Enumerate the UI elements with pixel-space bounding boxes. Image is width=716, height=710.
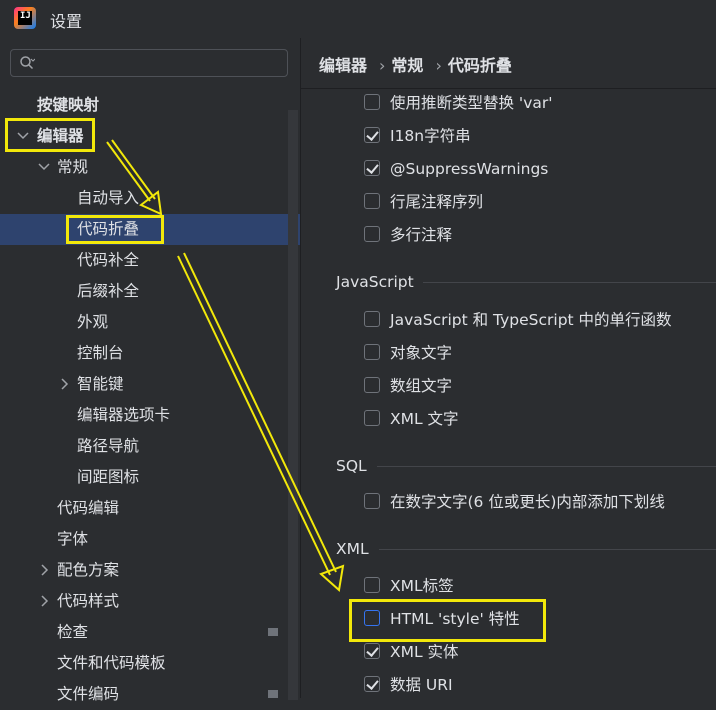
sidebar-item-label: 文件编码 (57, 685, 120, 703)
group-title-sql: SQL (336, 457, 367, 475)
sidebar-item-label: 文件和代码模板 (57, 654, 166, 672)
checkbox[interactable] (364, 127, 380, 143)
sidebar-item-label: 编辑器选项卡 (77, 406, 171, 424)
sidebar-item-label: 后缀补全 (77, 282, 140, 300)
search-icon (20, 56, 35, 70)
option-label: XML 文字 (390, 410, 459, 428)
checkbox[interactable] (364, 643, 380, 659)
option-label: @SuppressWarnings (390, 160, 549, 178)
option-label: 数据 URI (390, 676, 453, 694)
group-title-javascript: JavaScript (336, 273, 414, 291)
sidebar-item-code-editing[interactable]: 代码编辑 (0, 493, 300, 524)
project-scope-icon (268, 690, 278, 698)
sidebar-item-console[interactable]: 控制台 (0, 338, 300, 369)
sidebar-item-gutter-icons[interactable]: 间距图标 (0, 462, 300, 493)
sidebar-item-label: 外观 (77, 313, 109, 331)
sidebar-item-label: 间距图标 (77, 468, 140, 486)
option-label: 在数字文字(6 位或更长)内部添加下划线 (390, 493, 665, 511)
sidebar-item-code-style[interactable]: 代码样式 (0, 586, 300, 617)
group-divider (379, 549, 716, 550)
sidebar-item-keymap[interactable]: 按键映射 (0, 90, 300, 121)
sidebar-item-breadcrumbs[interactable]: 路径导航 (0, 431, 300, 462)
sidebar-item-label: 路径导航 (77, 437, 140, 455)
option-label: 使用推断类型替换 'var' (390, 94, 553, 112)
checkbox[interactable] (364, 344, 380, 360)
chevron-right-icon[interactable] (57, 369, 71, 400)
breadcrumb: 编辑器 › 常规 › 代码折叠 (319, 52, 518, 76)
group-divider (423, 282, 716, 283)
highlight-box-editor (5, 118, 95, 152)
breadcrumb-separator: › (435, 56, 442, 75)
option-label: I18n字符串 (390, 127, 471, 145)
group-title-xml: XML (336, 540, 369, 558)
highlight-box-code-folding (66, 215, 164, 244)
option-label: XML标签 (390, 577, 454, 595)
search-input[interactable] (10, 49, 288, 77)
sidebar-item-label: 按键映射 (37, 96, 100, 114)
sidebar-item-label: 代码样式 (57, 592, 120, 610)
checkbox[interactable] (364, 94, 380, 110)
sidebar-item-label: 智能键 (77, 375, 124, 393)
sidebar-item-inspections[interactable]: 检查 (0, 617, 300, 648)
checkbox[interactable] (364, 493, 380, 509)
option-label: 对象文字 (390, 344, 453, 362)
checkbox[interactable] (364, 193, 380, 209)
chevron-right-icon[interactable] (37, 586, 51, 617)
option-label: 行尾注释序列 (390, 193, 484, 211)
sidebar-scrollbar[interactable] (288, 110, 298, 700)
group-divider (377, 466, 716, 467)
option-label: 多行注释 (390, 226, 453, 244)
checkbox[interactable] (364, 226, 380, 242)
breadcrumb-item[interactable]: 编辑器 (319, 56, 367, 75)
breadcrumb-item[interactable]: 常规 (391, 56, 423, 75)
title-bar: IJ 设置 (0, 0, 716, 38)
sidebar-item-code-completion[interactable]: 代码补全 (0, 245, 300, 276)
sidebar-item-label: 控制台 (77, 344, 124, 362)
intellij-idea-icon: IJ (14, 7, 36, 29)
sidebar-item-label: 代码补全 (77, 251, 140, 269)
checkbox[interactable] (364, 311, 380, 327)
sidebar-item-general[interactable]: 常规 (0, 152, 300, 183)
sidebar-item-label: 自动导入 (77, 189, 140, 207)
sidebar-item-color-scheme[interactable]: 配色方案 (0, 555, 300, 586)
project-scope-icon (268, 628, 278, 636)
sidebar-item-font[interactable]: 字体 (0, 524, 300, 555)
sidebar-item-file-templates[interactable]: 文件和代码模板 (0, 648, 300, 679)
sidebar-item-auto-import[interactable]: 自动导入 (0, 183, 300, 214)
option-label: JavaScript 和 TypeScript 中的单行函数 (390, 311, 672, 329)
sidebar-item-label: 代码编辑 (57, 499, 120, 517)
chevron-down-icon[interactable] (37, 152, 51, 183)
sidebar-item-label: 字体 (57, 530, 89, 548)
sidebar-item-postfix-completion[interactable]: 后缀补全 (0, 276, 300, 307)
sidebar-item-label: 配色方案 (57, 561, 120, 579)
sidebar-item-appearance[interactable]: 外观 (0, 307, 300, 338)
highlight-box-html-style (349, 599, 546, 642)
window-title: 设置 (50, 12, 83, 31)
sidebar-item-smart-keys[interactable]: 智能键 (0, 369, 300, 400)
breadcrumb-separator: › (379, 56, 386, 75)
checkbox[interactable] (364, 410, 380, 426)
sidebar-item-label: 常规 (57, 158, 89, 176)
sidebar-item-file-encodings[interactable]: 文件编码 (0, 679, 300, 710)
option-label: 数组文字 (390, 377, 453, 395)
checkbox[interactable] (364, 676, 380, 692)
checkbox[interactable] (364, 577, 380, 593)
checkbox[interactable] (364, 160, 380, 176)
sidebar-item-label: 检查 (57, 623, 89, 641)
sidebar-item-editor-tabs[interactable]: 编辑器选项卡 (0, 400, 300, 431)
chevron-right-icon[interactable] (37, 555, 51, 586)
breadcrumb-item: 代码折叠 (447, 56, 512, 75)
checkbox[interactable] (364, 377, 380, 393)
